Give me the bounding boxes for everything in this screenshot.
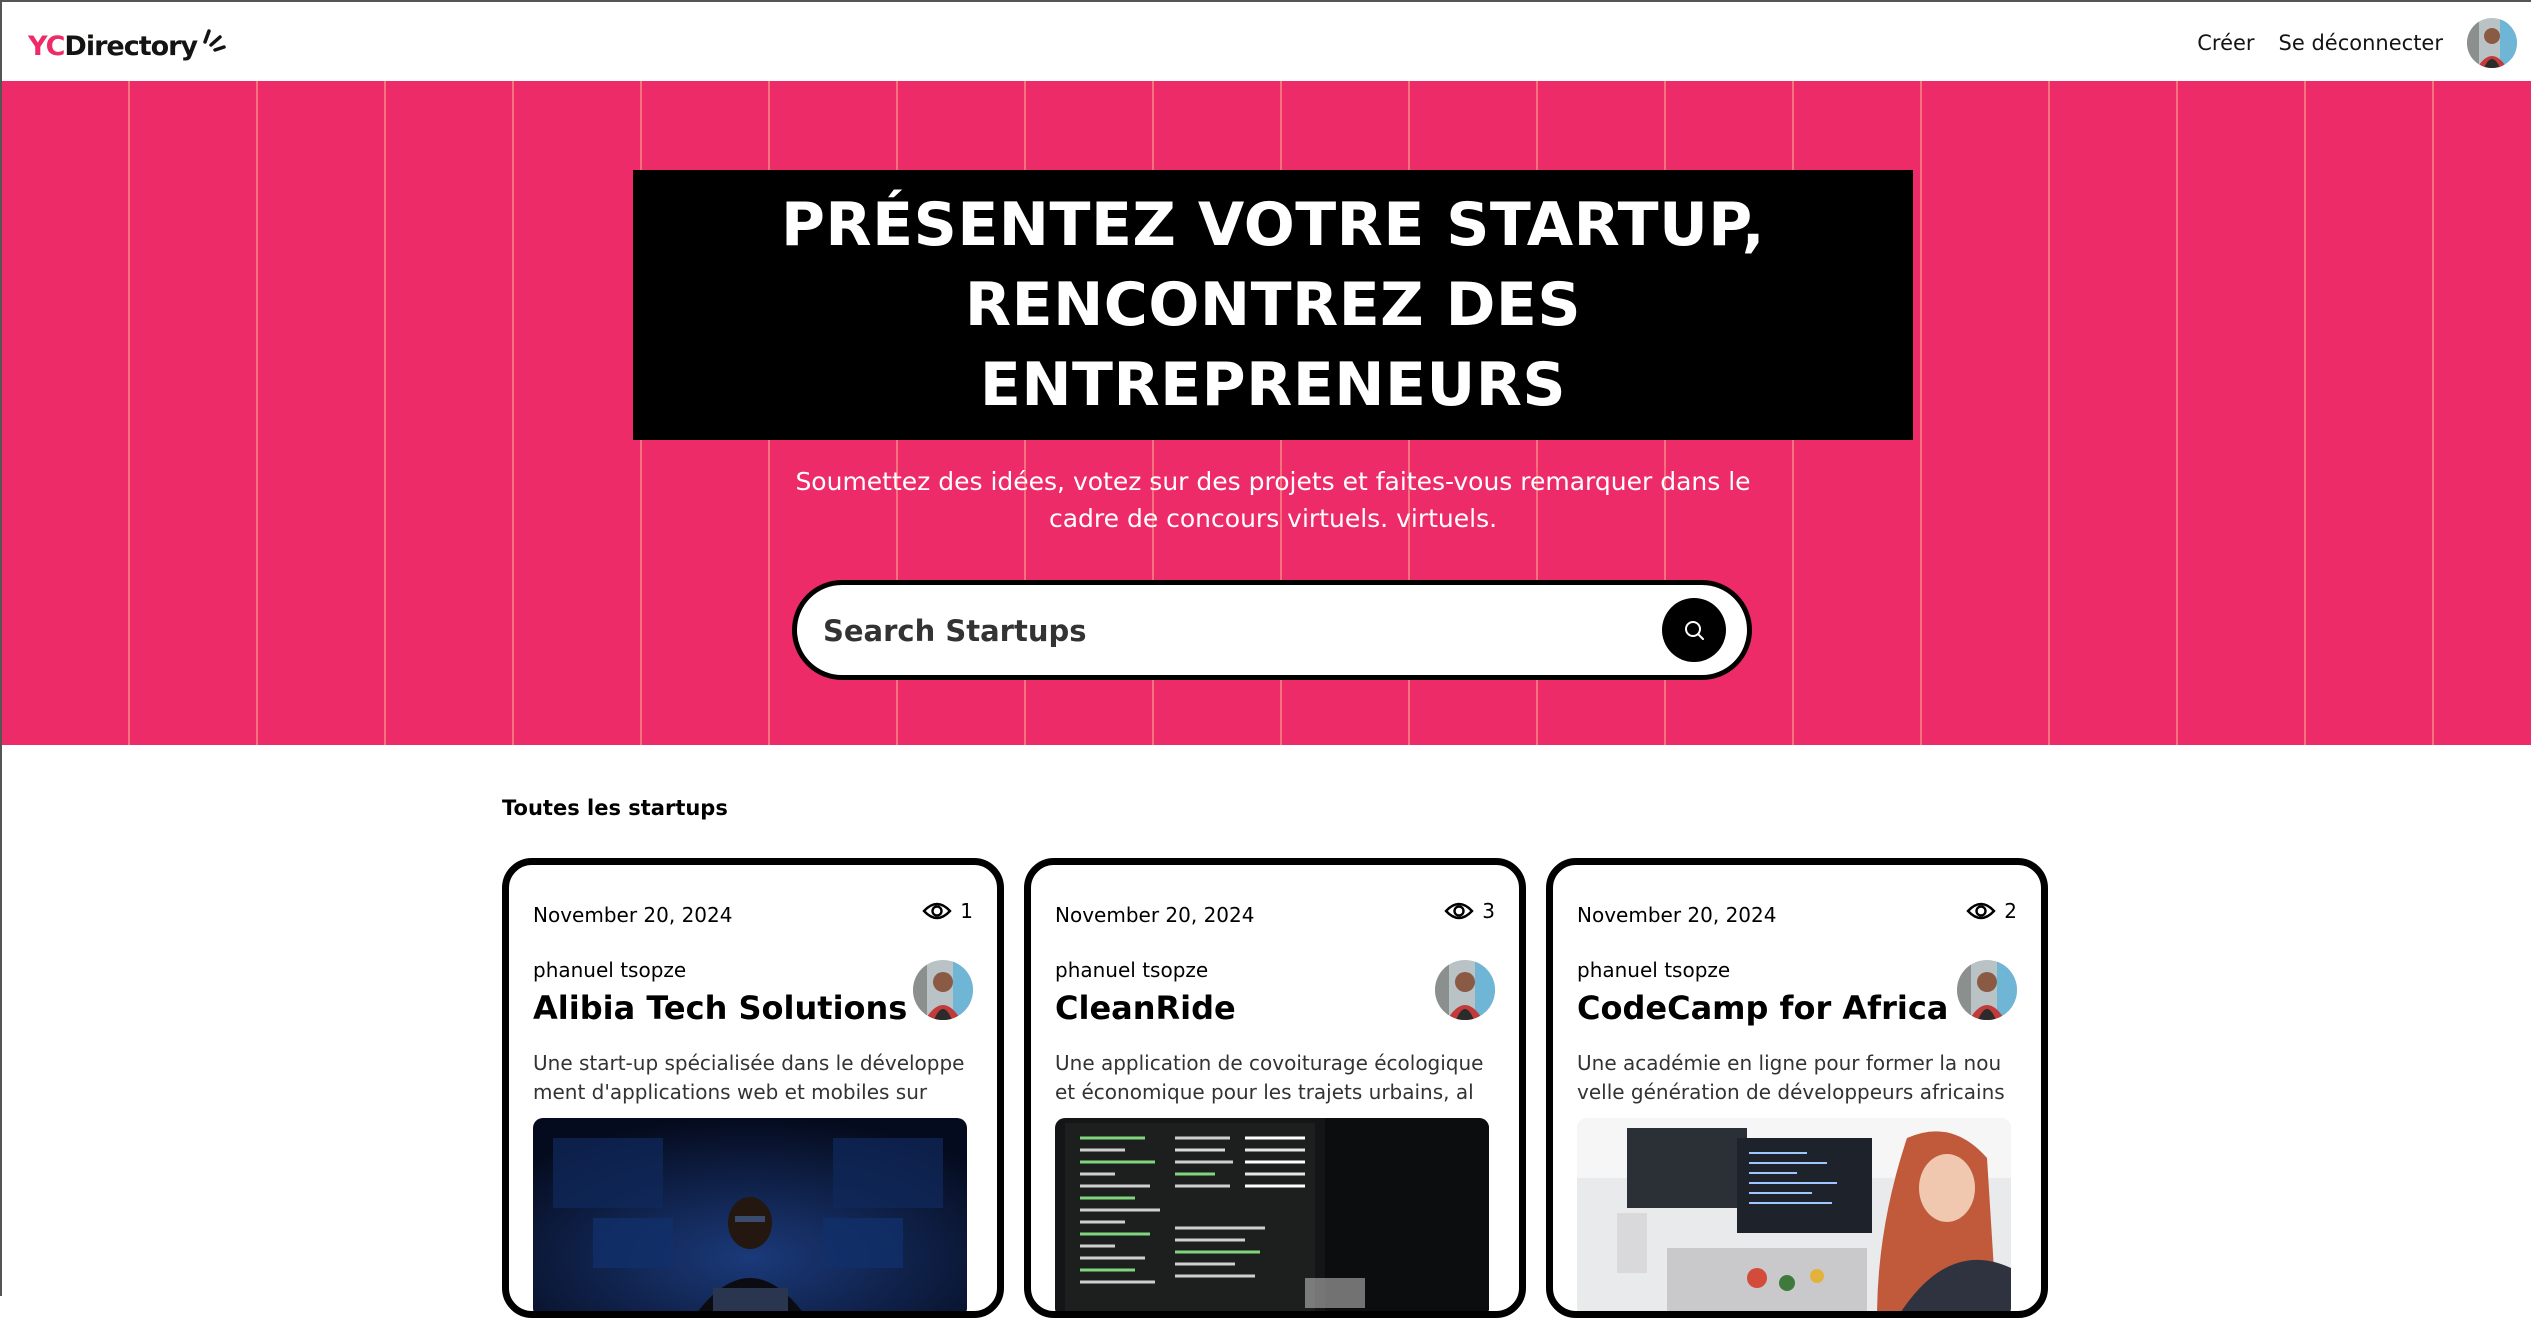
author-avatar[interactable]: [1957, 960, 2017, 1020]
section-title: Toutes les startups: [502, 796, 728, 820]
eye-icon: [1966, 902, 1996, 920]
startup-image[interactable]: [1577, 1118, 2011, 1311]
hero-heading-box: PRÉSENTEZ VOTRE STARTUP, RENCONTREZ DES …: [633, 170, 1913, 440]
card-author[interactable]: phanuel tsopze: [1577, 958, 1730, 982]
logout-link[interactable]: Se déconnecter: [2279, 31, 2443, 55]
startup-image[interactable]: [533, 1118, 967, 1311]
author-avatar[interactable]: [913, 960, 973, 1020]
card-views: 3: [1444, 899, 1495, 923]
startup-card[interactable]: November 20, 2024 2 phanuel tsopze CodeC…: [1546, 858, 2048, 1318]
card-author[interactable]: phanuel tsopze: [1055, 958, 1208, 982]
hero-heading: PRÉSENTEZ VOTRE STARTUP, RENCONTREZ DES …: [723, 185, 1823, 425]
card-title[interactable]: Alibia Tech Solutions: [533, 989, 913, 1027]
hero-heading-line: RENCONTREZ DES: [964, 270, 1582, 340]
startup-card[interactable]: November 20, 2024 1 phanuel tsopze Alibi…: [502, 858, 1004, 1318]
eye-icon: [1444, 902, 1474, 920]
card-date: November 20, 2024: [1055, 903, 1255, 927]
hero-heading-line: PRÉSENTEZ VOTRE STARTUP,: [780, 190, 1766, 260]
card-description: Une académie en ligne pour former la nou…: [1577, 1051, 2005, 1104]
card-date: November 20, 2024: [533, 903, 733, 927]
card-description: Une application de covoiturage écologiqu…: [1055, 1051, 1484, 1104]
card-views: 2: [1966, 899, 2017, 923]
eye-icon: [922, 902, 952, 920]
card-date: November 20, 2024: [1577, 903, 1777, 927]
startup-image[interactable]: [1055, 1118, 1489, 1311]
search-input[interactable]: [821, 599, 1625, 663]
card-title[interactable]: CleanRide: [1055, 989, 1435, 1027]
card-author[interactable]: phanuel tsopze: [533, 958, 686, 982]
search-form: [792, 580, 1752, 680]
author-avatar[interactable]: [1435, 960, 1495, 1020]
card-description: Une start-up spécialisée dans le dévelop…: [533, 1051, 965, 1104]
views-count: 3: [1482, 899, 1495, 923]
user-avatar[interactable]: [2467, 17, 2517, 68]
hero-subtitle: Soumettez des idées, votez sur des proje…: [795, 467, 1751, 533]
logo-directory: Directory: [64, 30, 198, 62]
logo-spark-icon: [203, 29, 226, 52]
logo-yc: YC: [28, 30, 65, 62]
navbar: YC Directory Créer Se déconnecter: [2, 0, 2531, 81]
views-count: 2: [2004, 899, 2017, 923]
card-views: 1: [922, 899, 973, 923]
search-button[interactable]: [1662, 598, 1726, 662]
search-icon: [1685, 621, 1704, 640]
create-link[interactable]: Créer: [2197, 31, 2254, 55]
hero-heading-line: ENTREPRENEURS: [979, 350, 1567, 420]
logo[interactable]: YC Directory: [28, 26, 227, 66]
startup-card[interactable]: November 20, 2024 3 phanuel tsopze Clean…: [1024, 858, 1526, 1318]
hero-section: PRÉSENTEZ VOTRE STARTUP, RENCONTREZ DES …: [2, 81, 2531, 745]
views-count: 1: [960, 899, 973, 923]
card-title[interactable]: CodeCamp for Africa: [1577, 989, 1957, 1027]
nav-actions: Créer Se déconnecter: [2197, 2, 2531, 83]
